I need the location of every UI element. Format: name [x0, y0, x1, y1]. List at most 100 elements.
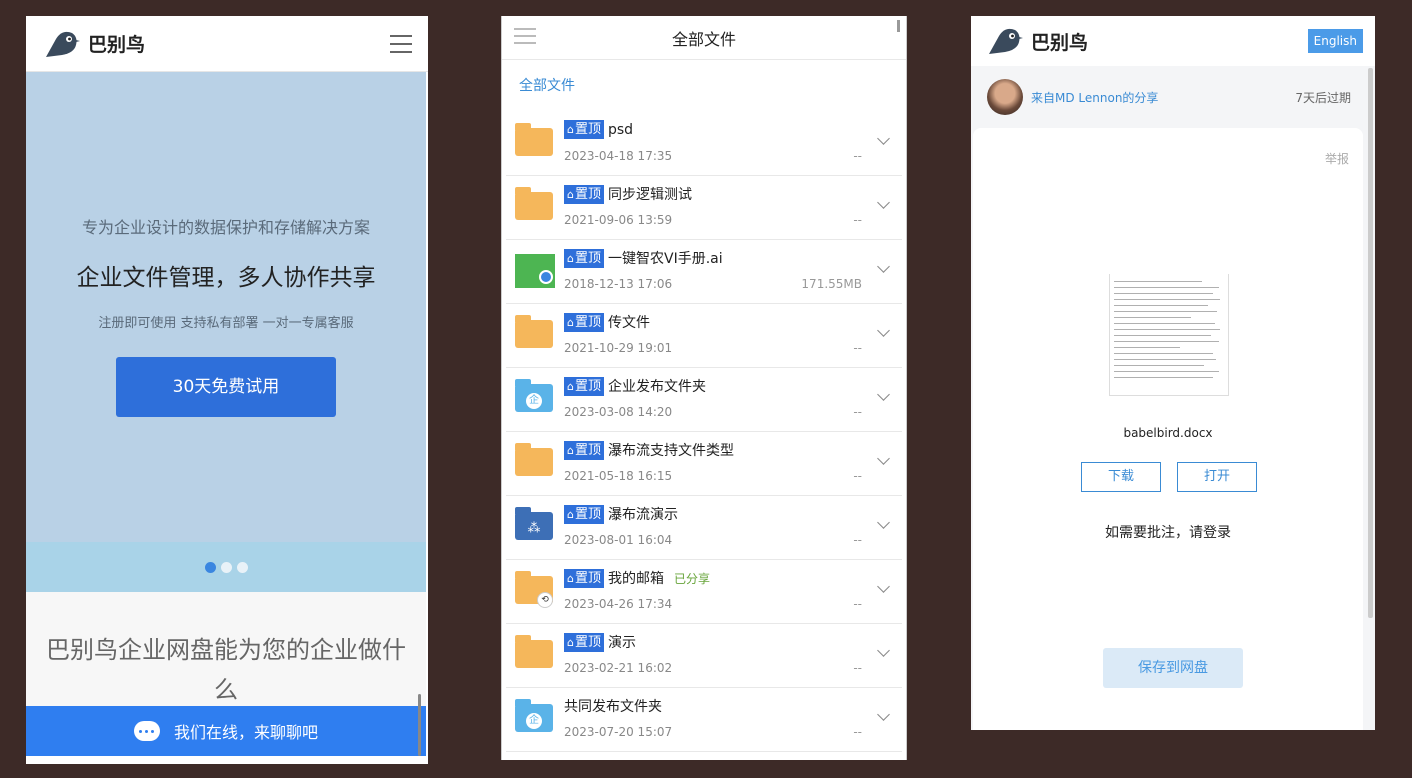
file-date: 2021-09-06 13:59 — [564, 213, 673, 227]
open-button[interactable]: 打开 — [1177, 462, 1257, 492]
chevron-down-icon[interactable] — [877, 580, 890, 593]
download-button[interactable]: 下载 — [1081, 462, 1161, 492]
pin-icon: ⌂ — [567, 123, 574, 136]
bird-logo-icon — [989, 28, 1023, 54]
file-name[interactable]: ⌂ 置顶 企业发布文件夹 — [564, 376, 706, 396]
carousel-dot-3[interactable] — [236, 561, 248, 573]
pin-icon: ⌂ — [567, 635, 574, 649]
file-size: -- — [853, 725, 862, 739]
document-thumbnail[interactable] — [1109, 274, 1229, 396]
share-from-link[interactable]: 来自MD Lennon的分享 — [1031, 89, 1158, 106]
chevron-down-icon[interactable] — [877, 452, 890, 465]
breadcrumb[interactable]: 全部文件 — [502, 60, 906, 112]
chevron-down-icon[interactable] — [877, 324, 890, 337]
pin-badge: ⌂ 置顶 — [564, 632, 604, 652]
file-name[interactable]: ⌂ 置顶 同步逻辑测试 — [564, 184, 692, 204]
file-row[interactable]: ⌂ 置顶 psd 2023-04-18 17:35 -- — [506, 112, 902, 176]
action-buttons: 下载 打开 — [1081, 462, 1257, 492]
pin-icon: ⌂ — [567, 251, 574, 265]
page-title: 全部文件 — [671, 29, 736, 49]
file-name[interactable]: ⌂ 置顶 psd — [564, 120, 633, 139]
pin-badge: ⌂ 置顶 — [564, 504, 604, 524]
file-row[interactable]: ⌂ 置顶 演示 2023-02-21 16:02 -- — [506, 624, 902, 688]
file-name[interactable]: ⌂ 置顶 我的邮箱 已分享 — [564, 568, 710, 588]
pin-badge: ⌂ 置顶 — [564, 568, 604, 588]
file-row[interactable]: ⁂ ⌂ 置顶 瀑布流演示 2023-08-01 16:04 -- — [506, 496, 902, 560]
pin-badge: ⌂ 置顶 — [564, 440, 604, 460]
file-list-header: 全部文件 — [502, 16, 906, 60]
expire-label: 7天后过期 — [1295, 90, 1351, 105]
file-preview-card: 举报 babelbird.docx 下载 打开 如需要批注，请登录 保存到网盘 — [973, 128, 1363, 730]
carousel-dot-1[interactable] — [204, 561, 216, 573]
file-name[interactable]: ⌂ 置顶 演示 — [564, 632, 636, 652]
file-row[interactable]: ⌂ 置顶 瀑布流支持文件类型 2021-05-18 16:15 -- — [506, 432, 902, 496]
file-date: 2018-12-13 17:06 — [564, 277, 673, 291]
file-size: 171.55MB — [801, 277, 862, 291]
enterprise-icon: 企 — [526, 393, 542, 409]
file-row[interactable]: ⟲ ⌂ 置顶 我的邮箱 已分享 2023-04-26 17:34 -- — [506, 560, 902, 624]
file-date: 2021-05-18 16:15 — [564, 469, 673, 483]
chevron-down-icon[interactable] — [877, 516, 890, 529]
file-size: -- — [853, 469, 862, 483]
file-row[interactable]: ⌂ 置顶 传文件 2021-10-29 19:01 -- — [506, 304, 902, 368]
pin-icon: ⌂ — [567, 507, 574, 521]
bird-logo-icon — [46, 31, 80, 57]
folder-yellow-icon — [515, 123, 555, 164]
folder-enterprise-icon: 企 — [515, 699, 555, 740]
chevron-down-icon[interactable] — [877, 708, 890, 721]
save-to-drive-button[interactable]: 保存到网盘 — [1103, 648, 1243, 688]
carousel-indicator — [26, 542, 426, 592]
folder-yellow-icon — [515, 635, 555, 676]
chat-bubble-icon — [133, 721, 160, 741]
file-row[interactable]: ⌂ 置顶 一键智农VI手册.ai 2018-12-13 17:06 171.55MB — [506, 240, 902, 304]
hero-title: 企业文件管理，多人协作共享 — [76, 265, 376, 291]
file-name[interactable]: ⌂ 置顶 一键智农VI手册.ai — [564, 248, 723, 268]
menu-icon[interactable] — [390, 34, 412, 53]
file-name[interactable]: ⌂ 置顶 传文件 — [564, 312, 650, 332]
scrollbar[interactable] — [1368, 68, 1373, 618]
share-info-bar: 来自MD Lennon的分享 7天后过期 — [971, 66, 1375, 128]
chevron-down-icon[interactable] — [877, 644, 890, 657]
chevron-down-icon[interactable] — [877, 196, 890, 209]
file-size: -- — [853, 597, 862, 611]
folder-enterprise-icon: 企 — [515, 379, 555, 420]
chat-bar[interactable]: 我们在线，来聊聊吧 — [26, 706, 426, 756]
file-name[interactable]: ⌂ 置顶 瀑布流支持文件类型 — [564, 440, 734, 460]
file-list-panel: 全部文件 全部文件 ⌂ 置顶 psd 2023-04-18 17:35 -- ⌂ 置顶 同步逻… — [501, 16, 907, 760]
brand-logo[interactable]: 巴别鸟 — [42, 29, 145, 59]
free-trial-button[interactable]: 30天免费试用 — [116, 357, 336, 417]
scrollbar[interactable] — [897, 20, 900, 32]
brand-logo[interactable]: 巴别鸟 — [985, 26, 1088, 56]
file-row[interactable]: ⌂ 置顶 同步逻辑测试 2021-09-06 13:59 -- — [506, 176, 902, 240]
folder-yellow-icon — [515, 315, 555, 356]
file-row[interactable]: 企 共同发布文件夹 2023-07-20 15:07 -- — [506, 688, 902, 752]
file-date: 2023-03-08 14:20 — [564, 405, 673, 419]
file-date: 2023-04-18 17:35 — [564, 149, 673, 163]
pin-badge: ⌂ 置顶 — [564, 376, 604, 396]
file-name[interactable]: ⌂ 置顶 瀑布流演示 — [564, 504, 678, 524]
chevron-down-icon[interactable] — [877, 388, 890, 401]
report-link[interactable]: 举报 — [1325, 150, 1349, 167]
chevron-down-icon[interactable] — [877, 132, 890, 145]
file-date: 2021-10-29 19:01 — [564, 341, 673, 355]
file-name[interactable]: 共同发布文件夹 — [564, 696, 662, 716]
language-button[interactable]: English — [1307, 29, 1363, 53]
file-date: 2023-04-26 17:34 — [564, 597, 673, 611]
share-icon: ⟲ — [537, 592, 553, 608]
file-row[interactable]: 企 ⌂ 置顶 企业发布文件夹 2023-03-08 14:20 -- — [506, 368, 902, 432]
avatar — [987, 79, 1023, 115]
file-size: -- — [853, 405, 862, 419]
brand-name: 巴别鸟 — [88, 34, 146, 56]
file-date: 2023-07-20 15:07 — [564, 725, 673, 739]
folder-yellow-icon — [515, 187, 555, 228]
folder-dark-icon: ⁂ — [515, 507, 555, 548]
scrollbar[interactable] — [418, 694, 421, 756]
file-size: -- — [853, 213, 862, 227]
hero-subtitle: 专为企业设计的数据保护和存储解决方案 — [81, 218, 370, 237]
menu-icon[interactable] — [514, 28, 536, 44]
carousel-dot-2[interactable] — [220, 561, 232, 573]
file-date: 2023-02-21 16:02 — [564, 661, 673, 675]
hero-features: 注册即可使用 支持私有部署 一对一专属客服 — [98, 316, 354, 331]
pin-icon: ⌂ — [567, 379, 574, 393]
chevron-down-icon[interactable] — [877, 260, 890, 273]
